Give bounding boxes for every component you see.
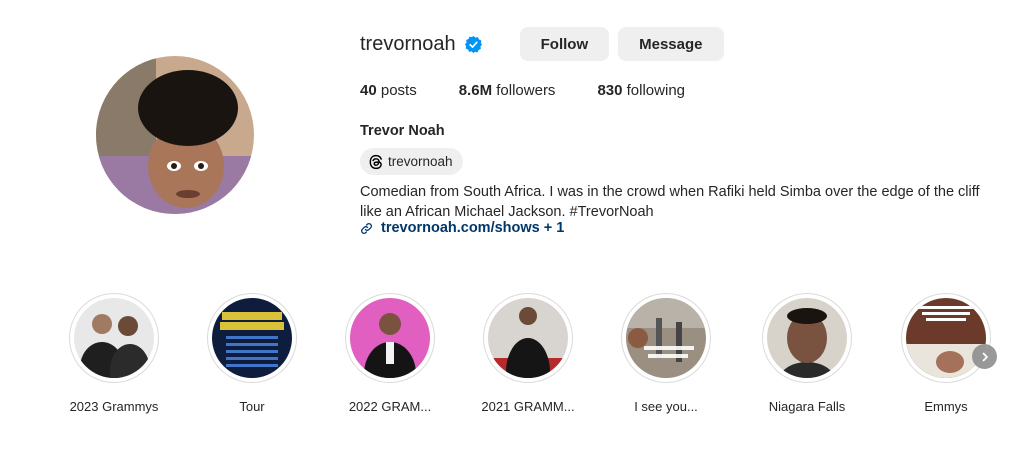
highlight-cover	[350, 298, 430, 378]
bio-text: Comedian from South Africa. I was in the…	[360, 184, 980, 220]
highlight-item[interactable]: 2023 Grammys	[44, 293, 184, 414]
username: trevornoah	[360, 32, 456, 55]
posts-stat: 40 posts	[360, 82, 417, 99]
highlight-item[interactable]: Niagara Falls	[737, 293, 877, 414]
highlight-ring	[901, 293, 991, 383]
highlight-label: Emmys	[924, 399, 968, 414]
threads-icon	[369, 154, 382, 169]
highlight-ring	[621, 293, 711, 383]
highlight-cover	[906, 298, 986, 378]
link-icon	[361, 222, 372, 234]
profile-header: trevornoah Follow Message	[360, 27, 724, 61]
highlight-ring	[207, 293, 297, 383]
threads-handle: trevornoah	[388, 154, 453, 169]
following-count: 830	[597, 82, 623, 99]
followers-stat[interactable]: 8.6M followers	[459, 82, 556, 99]
highlight-ring	[69, 293, 159, 383]
following-label: following	[622, 82, 686, 99]
highlight-label: 2021 GRAMM...	[481, 399, 575, 414]
highlights-next-button[interactable]	[972, 344, 997, 369]
following-stat[interactable]: 830 following	[597, 82, 685, 99]
posts-label: posts	[376, 82, 417, 99]
message-button[interactable]: Message	[618, 27, 724, 61]
highlight-cover	[74, 298, 154, 378]
profile-stats: 40 posts 8.6M followers 830 following	[360, 82, 727, 99]
highlight-label: 2022 GRAM...	[348, 399, 432, 414]
highlight-cover	[212, 298, 292, 378]
profile-avatar[interactable]	[96, 56, 254, 214]
highlight-item[interactable]: 2021 GRAMM...	[458, 293, 598, 414]
full-name: Trevor Noah	[360, 123, 445, 139]
highlight-label: Niagara Falls	[768, 399, 846, 414]
highlight-cover	[626, 298, 706, 378]
story-highlights: 2023 Grammys Tour 2022 GRAM... 2021 GRAM…	[0, 293, 1024, 423]
threads-link[interactable]: trevornoah	[360, 148, 463, 175]
highlight-cover	[767, 298, 847, 378]
posts-count: 40	[360, 82, 377, 99]
profile-link[interactable]: trevornoah.com/shows + 1	[360, 220, 564, 236]
followers-label: followers	[492, 82, 556, 99]
highlight-item[interactable]: Tour	[182, 293, 322, 414]
highlight-item[interactable]: I see you...	[596, 293, 736, 414]
highlight-ring	[762, 293, 852, 383]
highlight-ring	[345, 293, 435, 383]
chevron-right-icon	[982, 352, 988, 361]
highlight-ring	[483, 293, 573, 383]
link-text: trevornoah.com/shows + 1	[381, 220, 565, 236]
verified-badge-icon	[464, 35, 483, 54]
highlight-label: 2023 Grammys	[69, 399, 159, 414]
highlight-cover	[488, 298, 568, 378]
followers-count: 8.6M	[458, 82, 493, 99]
highlight-label: I see you...	[634, 399, 698, 414]
highlight-item[interactable]: 2022 GRAM...	[320, 293, 460, 414]
follow-button[interactable]: Follow	[519, 27, 610, 61]
highlight-label: Tour	[239, 399, 265, 414]
